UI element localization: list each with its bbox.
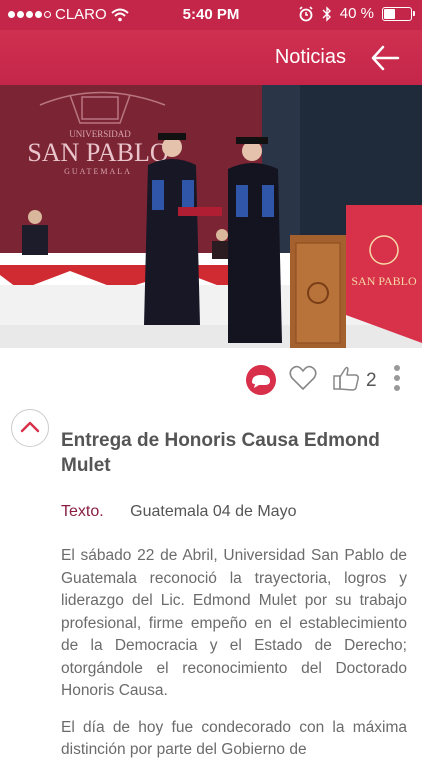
paragraph: El día de hoy fue condecorado con la máx… (61, 718, 407, 759)
article-body: El sábado 22 de Abril, Universidad San P… (61, 545, 407, 776)
collapse-button[interactable] (11, 409, 49, 447)
paragraph: El sábado 22 de Abril, Universidad San P… (61, 547, 407, 699)
app-header: Noticias (0, 30, 422, 85)
heart-icon[interactable] (289, 365, 317, 391)
text-label: Texto. (61, 503, 104, 520)
battery-icon (382, 6, 415, 21)
status-bar: CLARO 5:40 PM 40 % (0, 0, 422, 30)
back-arrow-icon[interactable] (370, 44, 400, 72)
article-hero-image: UNIVERSIDAD SAN PABLO GUATEMALA SAN PABL… (0, 85, 422, 348)
banner-city: GUATEMALA (64, 167, 132, 176)
article-title: Entrega de Honoris Causa Edmond Mulet (61, 430, 380, 476)
article-meta: Texto. Guatemala 04 de Mayo (61, 503, 296, 521)
flag-text: SAN PABLO (351, 274, 417, 288)
chat-bubble-icon[interactable] (245, 364, 277, 396)
place-date: Guatemala 04 de Mayo (130, 503, 297, 520)
chevron-up-icon (20, 421, 40, 433)
battery-percent: 40 % (339, 5, 374, 22)
banner-text: SAN PABLO (27, 138, 168, 167)
ceremony-photo: UNIVERSIDAD SAN PABLO GUATEMALA SAN PABL… (0, 85, 422, 348)
like-count: 2 (366, 370, 377, 391)
more-options-icon[interactable] (392, 364, 402, 392)
page-title: Noticias (274, 46, 346, 68)
status-right-group: 40 % (298, 5, 415, 22)
article-actions (0, 348, 422, 410)
thumbs-up-icon[interactable] (332, 364, 360, 392)
bluetooth-icon (322, 5, 331, 22)
alarm-icon (299, 5, 313, 21)
